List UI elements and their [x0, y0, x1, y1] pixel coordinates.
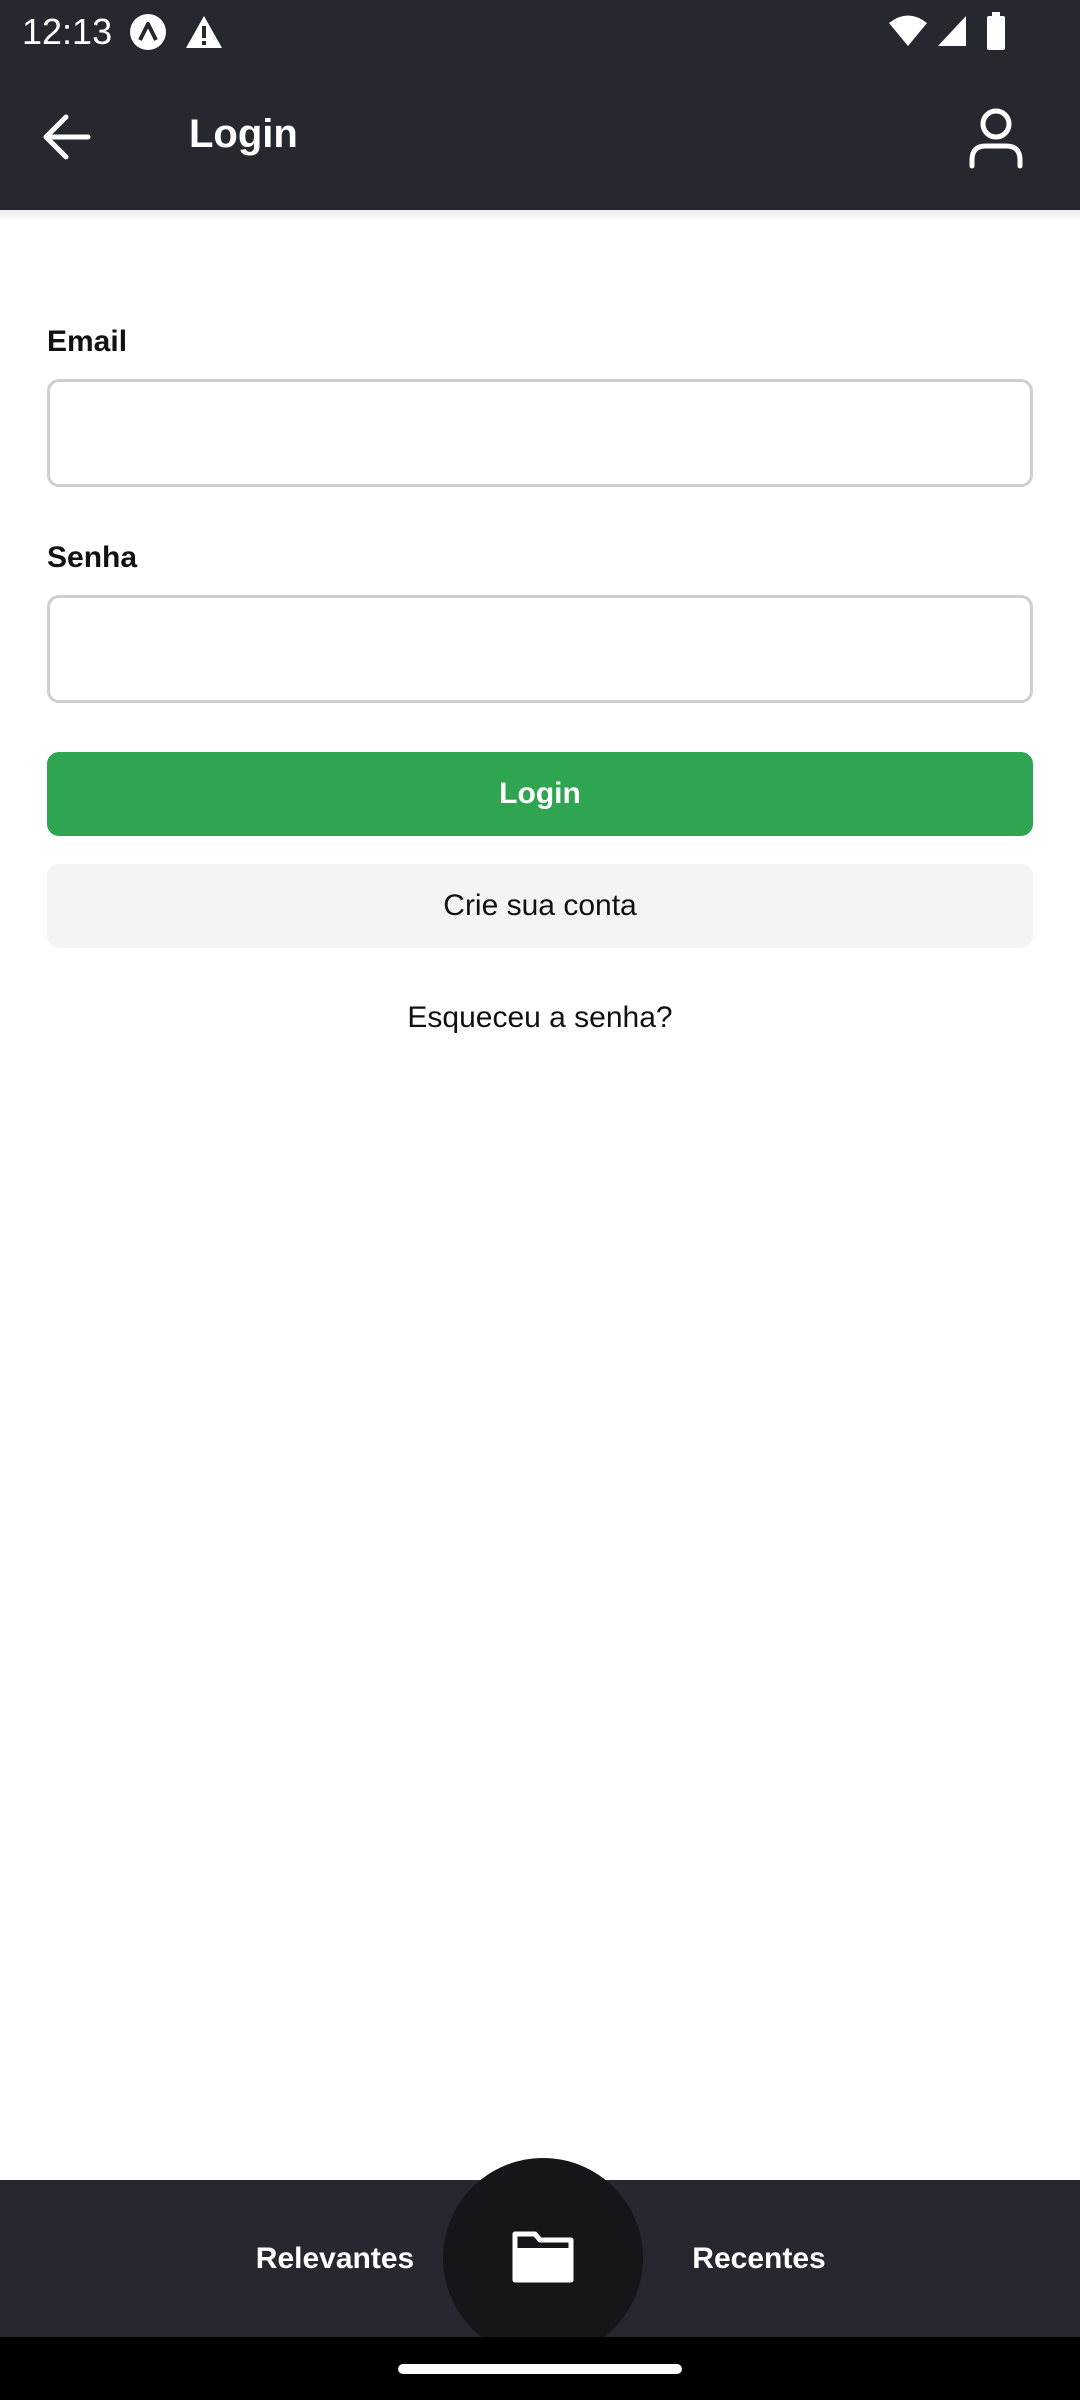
- folder-icon: [512, 2231, 574, 2283]
- wifi-icon: [889, 15, 927, 46]
- account-button[interactable]: [956, 102, 1036, 176]
- email-field[interactable]: [47, 379, 1033, 487]
- forgot-password-link[interactable]: Esqueceu a senha?: [0, 998, 1080, 1038]
- create-account-button[interactable]: Crie sua conta: [47, 864, 1033, 948]
- home-gesture-handle[interactable]: [398, 2364, 682, 2374]
- password-label: Senha: [47, 541, 138, 574]
- system-nav-bar: [0, 2337, 1080, 2400]
- tab-recentes[interactable]: Recentes: [624, 2180, 894, 2337]
- app-bar: Login: [0, 64, 1080, 210]
- status-bar: 12:13: [0, 0, 1080, 64]
- back-button[interactable]: [28, 102, 118, 172]
- signal-icon: [938, 16, 966, 46]
- warning-icon: [186, 16, 222, 48]
- arrow-left-icon: [43, 114, 91, 160]
- email-label: Email: [47, 325, 128, 358]
- login-button[interactable]: Login: [47, 752, 1033, 836]
- app-bar-shadow: [0, 210, 1080, 222]
- login-screen: 12:13 Login Email Senha Login Crie sua c…: [0, 0, 1080, 2400]
- app-notification-icon: [130, 14, 166, 50]
- battery-icon: [987, 12, 1005, 50]
- user-icon: [969, 108, 1023, 169]
- tab-relevantes[interactable]: Relevantes: [200, 2180, 470, 2337]
- status-time: 12:13: [22, 11, 113, 52]
- folder-fab-button[interactable]: [443, 2158, 643, 2358]
- page-title: Login: [189, 112, 298, 156]
- password-field[interactable]: [47, 595, 1033, 703]
